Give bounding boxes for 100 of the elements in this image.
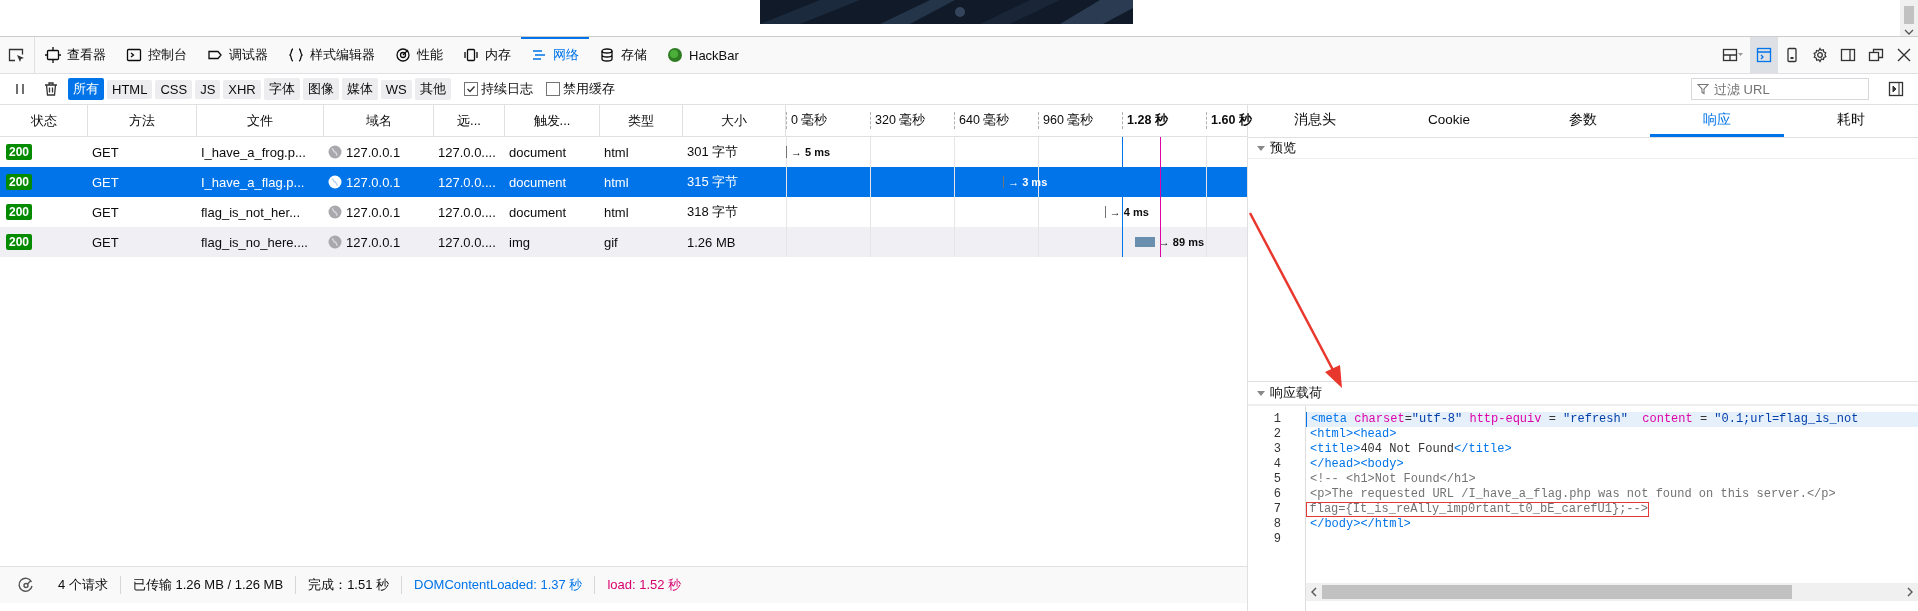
table-cell: html bbox=[604, 144, 629, 160]
gauge-icon[interactable] bbox=[18, 577, 34, 593]
line-number: 2 bbox=[1272, 427, 1282, 442]
column-header[interactable]: 状态 bbox=[0, 105, 88, 136]
network-icon bbox=[531, 47, 547, 63]
filter-button[interactable]: 字体 bbox=[263, 78, 300, 100]
table-cell: 1.26 MB bbox=[687, 234, 736, 250]
details-tab[interactable]: 响应 bbox=[1650, 105, 1784, 137]
table-cell: img bbox=[509, 234, 530, 250]
column-header[interactable]: 触发... bbox=[505, 105, 600, 136]
checkbox-label[interactable]: 禁用缓存 bbox=[562, 80, 615, 98]
timeline-tick: 320 毫秒 bbox=[870, 112, 954, 129]
trash-icon[interactable] bbox=[43, 81, 59, 97]
globe-icon bbox=[328, 235, 342, 249]
sidebar-toggle-icon[interactable] bbox=[1888, 81, 1904, 97]
code-line: <title>404 Not Found</title> bbox=[1309, 442, 1512, 457]
line-number: 8 bbox=[1272, 517, 1282, 532]
status-text: 4 个请求 bbox=[57, 576, 109, 594]
filter-button[interactable]: 媒体 bbox=[341, 78, 378, 100]
disclosure-icon[interactable] bbox=[1256, 388, 1266, 398]
request-row[interactable]: 200 GET I_have_a_frog.p... 127.0.0.1 127.0.0.... document html 301 字节 → 5 ms bbox=[0, 137, 1247, 167]
status-text: 完成：1.51 秒 bbox=[295, 576, 402, 594]
column-header[interactable]: 类型 bbox=[600, 105, 683, 136]
devtools-tab[interactable]: 网络 bbox=[521, 37, 589, 73]
devtools-tab[interactable]: HackBar bbox=[657, 37, 749, 73]
line-number: 9 bbox=[1272, 532, 1282, 547]
filter-button[interactable]: HTML bbox=[107, 79, 153, 99]
devtools-tab[interactable]: 查看器 bbox=[35, 37, 116, 73]
console-icon bbox=[126, 47, 142, 63]
scrollbar[interactable] bbox=[1306, 583, 1918, 601]
status-badge: 200 bbox=[6, 144, 33, 160]
filter-button[interactable]: JS bbox=[195, 79, 221, 99]
devtools-tab[interactable]: 调试器 bbox=[197, 37, 278, 73]
timing-label: → 89 ms bbox=[1158, 236, 1205, 248]
checkbox[interactable] bbox=[545, 82, 560, 96]
table-cell: 127.0.0.1 bbox=[346, 144, 401, 160]
timeline-tick: 640 毫秒 bbox=[954, 112, 1038, 129]
devtools-tab[interactable]: 样式编辑器 bbox=[278, 37, 385, 73]
code-line: </body></html> bbox=[1309, 517, 1411, 532]
checkmark-icon bbox=[465, 84, 476, 94]
section-title[interactable]: 响应载荷 bbox=[1270, 384, 1322, 402]
filter-button[interactable]: 其他 bbox=[414, 78, 451, 100]
table-cell: flag_is_not_her... bbox=[201, 204, 301, 220]
request-row[interactable]: 200 GET flag_is_no_here.... 127.0.0.1 127.0.0.... img gif 1.26 MB → 89 ms bbox=[0, 227, 1247, 257]
column-header[interactable]: 域名 bbox=[324, 105, 434, 136]
devtools-tab[interactable]: 内存 bbox=[453, 37, 521, 73]
table-cell: 301 字节 bbox=[687, 143, 739, 161]
timeline-tick: 960 毫秒 bbox=[1038, 112, 1122, 129]
code-line: <p>The requested URL /I_have_a_flag.php was not found on this server.</p> bbox=[1309, 487, 1836, 502]
scroll-down-icon[interactable] bbox=[1904, 28, 1914, 36]
timeline-tick: 1.60 秒 bbox=[1206, 112, 1290, 129]
section-title[interactable]: 预览 bbox=[1270, 139, 1296, 157]
details-tab[interactable]: Cookie bbox=[1382, 105, 1516, 137]
column-header[interactable]: 文件 bbox=[197, 105, 324, 136]
checkbox-label[interactable]: 持续日志 bbox=[480, 80, 533, 98]
timing-label: → 5 ms bbox=[791, 146, 831, 158]
table-cell: gif bbox=[604, 234, 618, 250]
table-cell: GET bbox=[92, 144, 119, 160]
status-text: load: 1.52 秒 bbox=[594, 576, 694, 594]
filter-button[interactable]: CSS bbox=[155, 79, 193, 99]
filter-icon bbox=[1697, 83, 1709, 95]
devtools-tab[interactable]: 性能 bbox=[385, 37, 453, 73]
devtools-tab[interactable]: 存储 bbox=[589, 37, 657, 73]
table-cell: GET bbox=[92, 174, 119, 190]
scrollbar[interactable] bbox=[1900, 0, 1918, 36]
line-number: 6 bbox=[1272, 487, 1282, 502]
braces-icon bbox=[288, 47, 304, 63]
filter-button[interactable]: 所有 bbox=[68, 78, 104, 100]
column-header[interactable]: 大小 bbox=[683, 105, 786, 136]
filter-button[interactable]: WS bbox=[380, 79, 412, 99]
timeline-tick: 0 毫秒 bbox=[786, 112, 870, 129]
status-text: DOMContentLoaded: 1.37 秒 bbox=[401, 576, 595, 594]
devtools-tab[interactable]: 控制台 bbox=[116, 37, 197, 73]
filter-button[interactable]: XHR bbox=[223, 79, 261, 99]
table-cell: html bbox=[604, 174, 629, 190]
table-cell: I_have_a_flag.p... bbox=[201, 174, 305, 190]
table-cell: 127.0.0.1 bbox=[346, 174, 401, 190]
column-header[interactable]: 方法 bbox=[88, 105, 197, 136]
gauge-icon bbox=[395, 47, 411, 63]
disclosure-icon[interactable] bbox=[1256, 143, 1266, 153]
table-cell: document bbox=[509, 144, 567, 160]
request-row[interactable]: 200 GET flag_is_not_her... 127.0.0.1 127.0.0.... document html 318 字节 → 4 ms bbox=[0, 197, 1247, 227]
filter-button[interactable]: 图像 bbox=[302, 78, 339, 100]
details-tab[interactable]: 参数 bbox=[1516, 105, 1650, 137]
checkbox[interactable] bbox=[463, 82, 478, 96]
table-cell: 127.0.0.1 bbox=[346, 234, 401, 250]
details-tab[interactable]: 耗时 bbox=[1784, 105, 1918, 137]
table-cell: document bbox=[509, 204, 567, 220]
table-cell: flag_is_no_here.... bbox=[201, 234, 308, 250]
status-badge: 200 bbox=[6, 234, 33, 250]
inspector-icon bbox=[45, 47, 61, 63]
table-cell: I_have_a_frog.p... bbox=[201, 144, 306, 160]
table-cell: 127.0.0.... bbox=[438, 204, 496, 220]
search-field[interactable]: 过滤 URL bbox=[1691, 78, 1869, 100]
column-header[interactable]: 远... bbox=[434, 105, 505, 136]
table-cell: 318 字节 bbox=[687, 203, 739, 221]
pick-element-icon[interactable] bbox=[8, 47, 26, 63]
timing-label: → 4 ms bbox=[1109, 206, 1149, 218]
table-cell: 315 字节 bbox=[687, 173, 739, 191]
line-number: 5 bbox=[1272, 472, 1282, 487]
